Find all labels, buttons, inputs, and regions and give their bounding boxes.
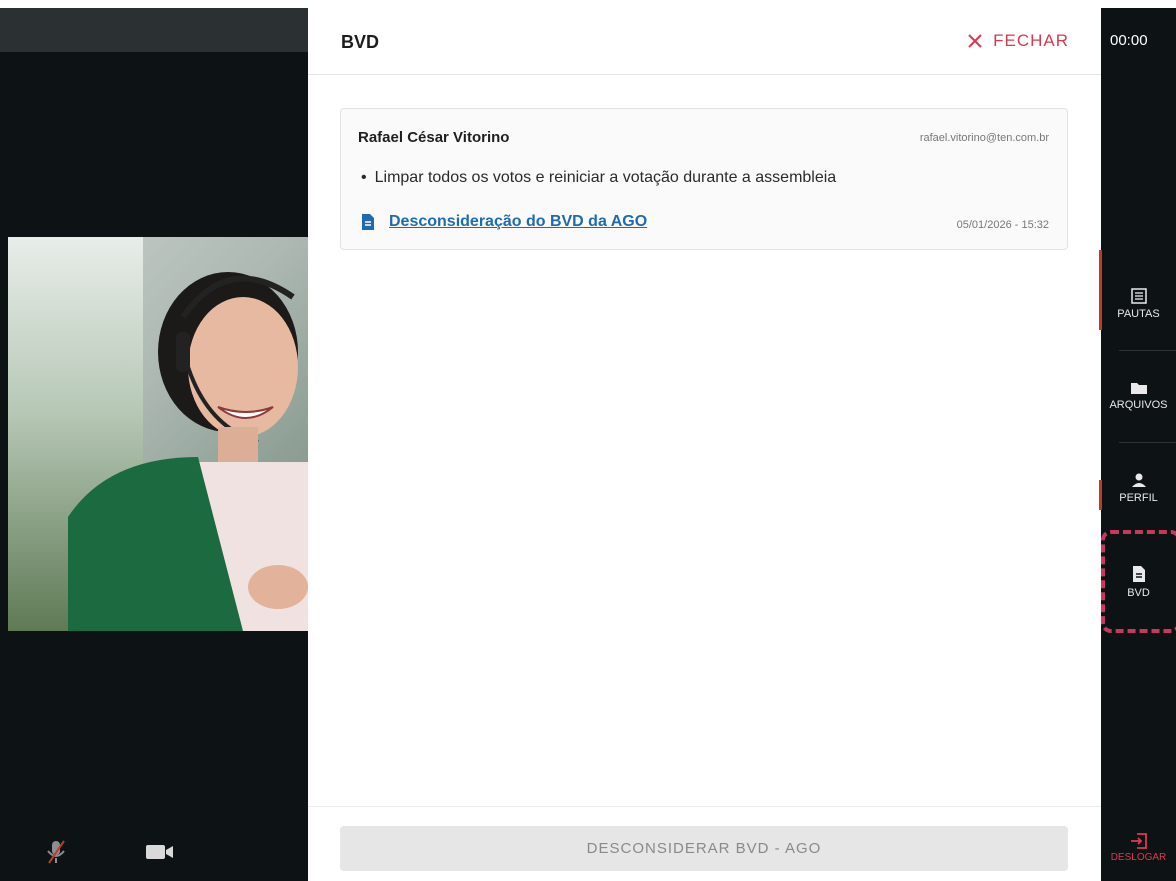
bvd-timestamp: 05/01/2026 - 15:32 xyxy=(956,219,1049,231)
panel-header: BVD FECHAR xyxy=(308,8,1101,75)
meeting-timer: 00:00 xyxy=(1110,32,1148,49)
edge-indicator xyxy=(1099,480,1102,510)
document-link-row: Desconsideração do BVD da AGO xyxy=(361,213,647,231)
panel-title: BVD xyxy=(341,32,380,52)
disregard-bvd-button[interactable]: DESCONSIDERAR BVD - AGO xyxy=(340,826,1068,871)
logout-button[interactable]: DESLOGAR xyxy=(1101,833,1176,863)
app-root: BVD FECHAR Rafael César Vitorino rafael.… xyxy=(0,0,1176,881)
right-sidebar: 00:00 PAUTAS ARQUIVOS PERFIL BVD DESLOGA… xyxy=(1101,8,1176,881)
bvd-card: Rafael César Vitorino rafael.vitorino@te… xyxy=(340,108,1068,250)
sidebar-item-label: ARQUIVOS xyxy=(1109,399,1168,411)
document-icon xyxy=(362,214,374,230)
edge-indicator xyxy=(1099,250,1102,330)
author-name: Rafael César Vitorino xyxy=(358,129,510,146)
close-label: FECHAR xyxy=(993,31,1069,50)
sidebar-divider xyxy=(1119,350,1176,351)
sidebar-item-arquivos[interactable]: ARQUIVOS xyxy=(1101,352,1176,440)
sidebar-item-label: PAUTAS xyxy=(1117,308,1160,320)
bvd-highlight xyxy=(1101,530,1176,633)
folder-icon xyxy=(1130,383,1147,394)
logout-label: DESLOGAR xyxy=(1110,852,1167,863)
document-link[interactable]: Desconsideração do BVD da AGO xyxy=(389,213,647,231)
person-icon xyxy=(1131,473,1146,487)
video-controls xyxy=(0,816,308,881)
list-icon xyxy=(1130,288,1147,304)
author-email: rafael.vitorino@ten.com.br xyxy=(919,132,1049,144)
bvd-description: • Limpar todos os votos e reiniciar a vot… xyxy=(361,169,837,186)
video-column xyxy=(0,8,308,881)
participant-figure xyxy=(68,272,308,631)
participant-video[interactable] xyxy=(8,237,308,631)
logout-icon xyxy=(1130,833,1147,849)
panel-footer: DESCONSIDERAR BVD - AGO xyxy=(308,806,1101,881)
bvd-panel: BVD FECHAR Rafael César Vitorino rafael.… xyxy=(308,8,1101,881)
sidebar-divider xyxy=(1119,442,1176,443)
sidebar-item-pautas[interactable]: PAUTAS xyxy=(1101,260,1176,348)
close-button[interactable]: FECHAR xyxy=(967,31,1069,51)
muted-mic-icon[interactable] xyxy=(38,840,74,864)
sidebar-item-label: PERFIL xyxy=(1119,492,1158,504)
camera-icon[interactable] xyxy=(142,840,178,864)
video-topbar xyxy=(0,8,308,52)
sidebar-item-perfil[interactable]: PERFIL xyxy=(1101,444,1176,532)
close-icon xyxy=(968,34,982,48)
